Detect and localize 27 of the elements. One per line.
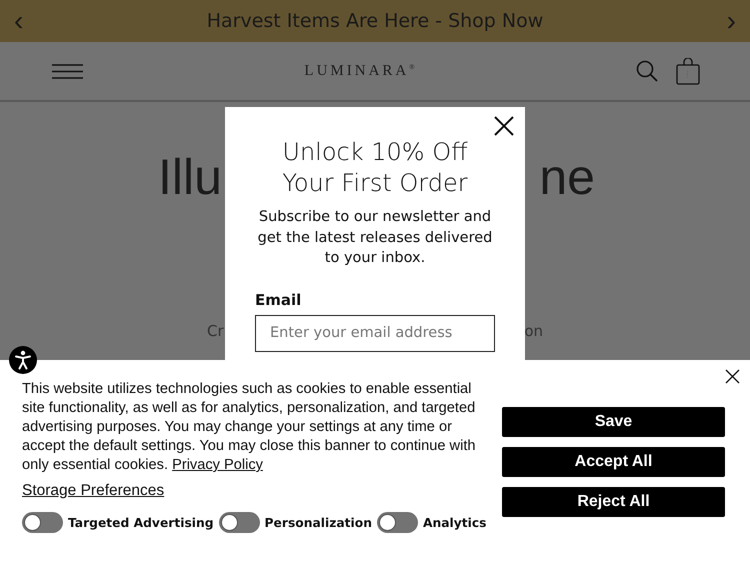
storage-preferences-link[interactable]: Storage Preferences (22, 482, 164, 500)
email-field[interactable]: Enter your email address (255, 314, 495, 352)
close-button[interactable] (725, 369, 740, 384)
cookie-button[interactable]: Save (502, 407, 725, 437)
modal-description: Subscribe to our newsletter and get the latest releases delivered to your inbox. (256, 208, 494, 268)
search-icon[interactable] (636, 60, 658, 82)
cookie-button[interactable]: Accept All (502, 447, 725, 477)
toggle-label: Analytics (422, 516, 486, 530)
cookie-notice: This website utilizes technologies such as cookies to enable essential site functionality, as well as for analytics, personalization, and targeted advertising purposes. You may change your settings at any time or accept the default settings. You may close this banner to continue with only essential cookies. Privacy Policy (22, 380, 477, 475)
hero-subtitle: on (524, 322, 543, 340)
shopping-bag-icon[interactable] (676, 58, 700, 84)
toggle-switch[interactable] (22, 512, 63, 533)
logo[interactable]: LUMINARA$^{®}$ (304, 62, 415, 80)
hero-subtitle: Cr (207, 322, 224, 340)
toggle-label: Personalization (264, 516, 372, 530)
modal-title: Your First Order (282, 168, 468, 199)
menu-icon[interactable] (52, 64, 83, 78)
close-button[interactable] (493, 115, 515, 137)
hero-title: ne (539, 148, 595, 207)
privacy-policy-link[interactable]: Privacy Policy (172, 457, 263, 473)
hero-title: Illu (158, 148, 222, 207)
toggle-switch[interactable] (376, 512, 418, 533)
toggle-switch[interactable] (218, 512, 260, 533)
modal-title: Unlock 10% Off (282, 137, 468, 168)
cookie-button[interactable]: Reject All (502, 487, 725, 517)
toggle-label: Targeted Advertising (68, 516, 214, 530)
email-label: Email (255, 290, 302, 308)
